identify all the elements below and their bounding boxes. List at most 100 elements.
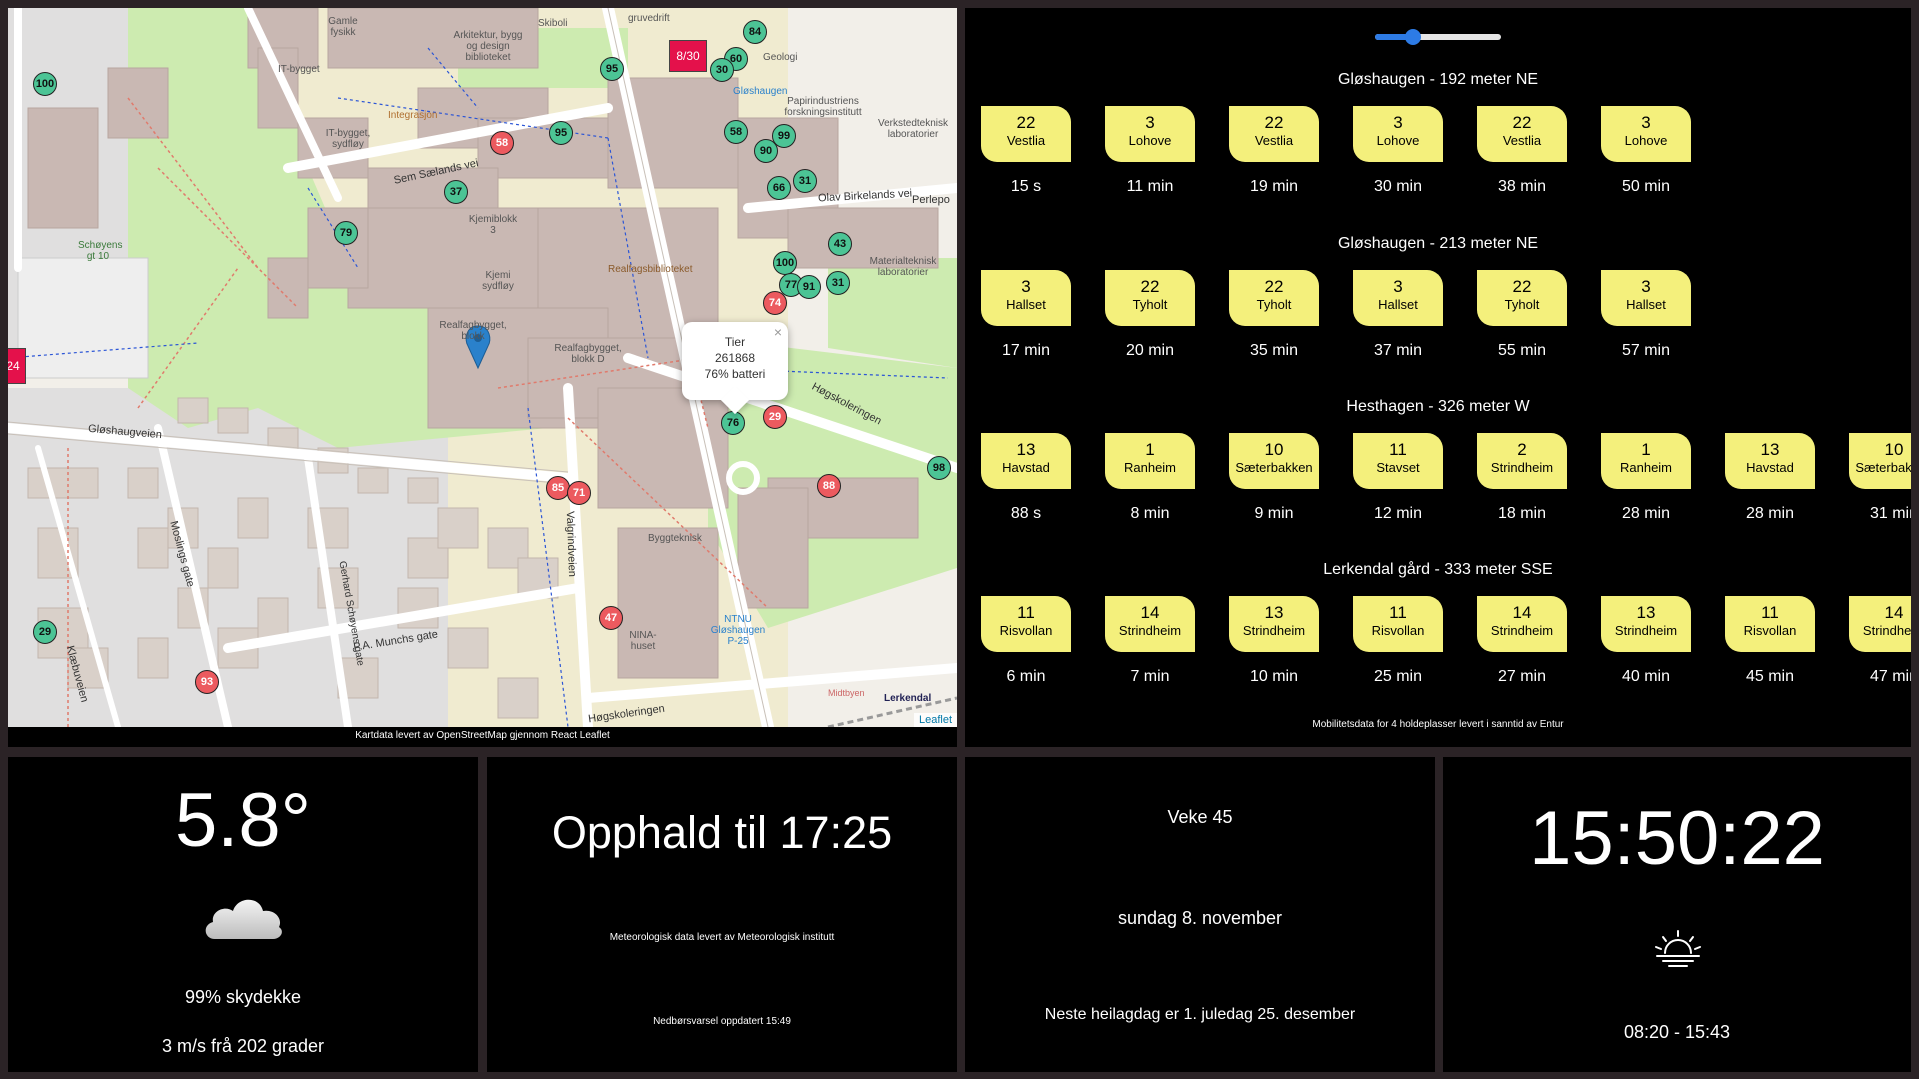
- stop-title: Lerkendal gård - 333 meter SSE: [1323, 561, 1553, 578]
- week-number: Veke 45: [1167, 807, 1233, 827]
- route-number: 22: [1016, 113, 1036, 132]
- parking-marker[interactable]: 8/30: [669, 40, 707, 72]
- building-label: NTNU Gløshaugen P-25: [710, 614, 766, 647]
- departure-time: 37 min: [1373, 342, 1423, 359]
- departure-time: 7 min: [1130, 668, 1170, 685]
- street-label: Midtbyen: [828, 688, 865, 698]
- bike-station-marker[interactable]: 58: [724, 120, 748, 144]
- route-badge: 2 Strindheim: [1477, 433, 1567, 489]
- bike-station-marker[interactable]: 31: [793, 169, 817, 193]
- bike-station-marker-empty[interactable]: 88: [817, 474, 841, 498]
- scooter-popup: × Tier 261868 76% batteri: [682, 322, 788, 415]
- clock-time: 15:50:22: [1529, 796, 1825, 881]
- departure-time: 6 min: [1006, 668, 1046, 685]
- departure-item: 1 Ranheim 28 min: [1601, 433, 1691, 523]
- bike-station-marker[interactable]: 30: [710, 58, 734, 82]
- bike-station-marker[interactable]: 84: [743, 20, 767, 44]
- route-destination: Risvollan: [1371, 623, 1425, 638]
- departure-time: 28 min: [1621, 505, 1671, 522]
- route-destination: Havstad: [1002, 460, 1050, 475]
- route-number: 3: [1393, 113, 1403, 132]
- bike-station-marker-empty[interactable]: 29: [763, 405, 787, 429]
- departure-item: 14 Strindheim 27 min: [1477, 596, 1567, 686]
- route-destination: Hallset: [1006, 297, 1046, 312]
- bike-station-marker[interactable]: 79: [334, 221, 358, 245]
- bike-station-marker[interactable]: 66: [767, 176, 791, 200]
- bike-station-marker[interactable]: 98: [927, 456, 951, 480]
- route-destination: Lohove: [1624, 133, 1668, 148]
- departure-item: 1 Ranheim 8 min: [1105, 433, 1195, 523]
- bike-station-marker-empty[interactable]: 58: [490, 131, 514, 155]
- map[interactable]: Sem Sælands vei Gløshaugveien Høgskoleri…: [8, 8, 957, 727]
- bike-station-marker[interactable]: 29: [33, 620, 57, 644]
- departure-item: 13 Strindheim 40 min: [1601, 596, 1691, 686]
- bike-station-marker[interactable]: 31: [826, 271, 850, 295]
- bike-station-marker[interactable]: 95: [600, 57, 624, 81]
- building-label: Verkstedteknisk laboratorier: [877, 118, 949, 140]
- departure-item: 11 Risvollan 6 min: [981, 596, 1071, 686]
- building-label: Gamle fysikk: [328, 16, 358, 38]
- departure-time: 19 min: [1249, 178, 1299, 195]
- departure-time: 15 s: [1010, 178, 1042, 195]
- route-destination: Sæterbakken: [1855, 460, 1911, 475]
- route-destination: Risvollan: [1743, 623, 1797, 638]
- route-destination: Strindheim: [1118, 623, 1182, 638]
- building-label: Realfagbygget, blokk D: [554, 343, 622, 365]
- wind: 3 m/s frå 202 grader: [161, 1036, 325, 1056]
- next-holiday: Neste heilagdag er 1. juledag 25. desemb…: [1044, 1006, 1356, 1023]
- departure-item: 13 Strindheim 10 min: [1229, 596, 1319, 686]
- sunrise-icon: [1653, 929, 1703, 969]
- bike-station-marker-empty[interactable]: 71: [567, 481, 591, 505]
- slider-thumb[interactable]: [1404, 29, 1421, 45]
- route-number: 3: [1641, 113, 1651, 132]
- zoom-slider[interactable]: [1375, 26, 1501, 48]
- route-destination: Havstad: [1746, 460, 1794, 475]
- bike-station-marker[interactable]: 90: [754, 139, 778, 163]
- leaflet-attribution-link[interactable]: Leaflet: [913, 713, 957, 727]
- route-number: 11: [1389, 440, 1407, 459]
- map-caption: Kartdata levert av OpenStreetMap gjennom…: [355, 730, 610, 741]
- bike-station-marker[interactable]: 76: [721, 411, 745, 435]
- bike-station-marker[interactable]: 100: [773, 251, 797, 275]
- departure-time: 35 min: [1249, 342, 1299, 359]
- departure-item: 10 Sæterbakken 9 min: [1229, 433, 1319, 523]
- departure-time: 30 min: [1373, 178, 1423, 195]
- bike-station-marker-empty[interactable]: 93: [195, 670, 219, 694]
- route-destination: Lohove: [1128, 133, 1172, 148]
- route-number: 11: [1761, 603, 1779, 622]
- route-destination: Tyholt: [1132, 297, 1168, 312]
- departure-time: 17 min: [1001, 342, 1051, 359]
- date-panel: Veke 45 sundag 8. november Neste heilagd…: [965, 757, 1435, 1072]
- route-number: 22: [1264, 113, 1284, 132]
- departure-item: 22 Vestlia 19 min: [1229, 106, 1319, 196]
- bike-station-marker[interactable]: 100: [33, 72, 57, 96]
- parking-marker[interactable]: 24: [8, 348, 26, 384]
- departure-item: 3 Hallset 17 min: [981, 270, 1071, 360]
- bike-station-marker[interactable]: 37: [444, 180, 468, 204]
- popup-close-button[interactable]: ×: [774, 324, 782, 340]
- route-number: 14: [1140, 603, 1160, 622]
- departure-time: 57 min: [1621, 342, 1671, 359]
- popup-battery: 76% batteri: [704, 367, 766, 381]
- building-label: Skiboli: [538, 18, 568, 29]
- bike-station-marker[interactable]: 91: [797, 275, 821, 299]
- bike-station-marker-empty[interactable]: 47: [599, 606, 623, 630]
- route-badge: 22 Tyholt: [1229, 270, 1319, 326]
- departure-item: 22 Tyholt 20 min: [1105, 270, 1195, 360]
- bike-station-marker[interactable]: 95: [549, 121, 573, 145]
- departure-time: 38 min: [1497, 178, 1547, 195]
- bike-station-marker-empty[interactable]: 85: [546, 476, 570, 500]
- departures-caption: Mobilitetsdata for 4 holdeplasser levert…: [1312, 719, 1564, 730]
- route-badge: 11 Risvollan: [981, 596, 1071, 652]
- nowcast-panel: Opphald til 17:25 Meteorologisk data lev…: [487, 757, 957, 1072]
- building-label: Realfagsbiblioteket: [608, 264, 693, 275]
- bike-station-marker-empty[interactable]: 74: [763, 291, 787, 315]
- route-destination: Strindheim: [1614, 623, 1678, 638]
- weather-panel: 5.8° 99% skydekke 3 m/s frå 202 grader: [8, 757, 478, 1072]
- route-badge: 3 Hallset: [1353, 270, 1443, 326]
- route-destination: Ranheim: [1123, 460, 1177, 475]
- route-number: 13: [1636, 603, 1656, 622]
- bike-station-marker[interactable]: 43: [828, 232, 852, 256]
- route-badge: 1 Ranheim: [1601, 433, 1691, 489]
- departure-time: 31 min: [1869, 505, 1911, 522]
